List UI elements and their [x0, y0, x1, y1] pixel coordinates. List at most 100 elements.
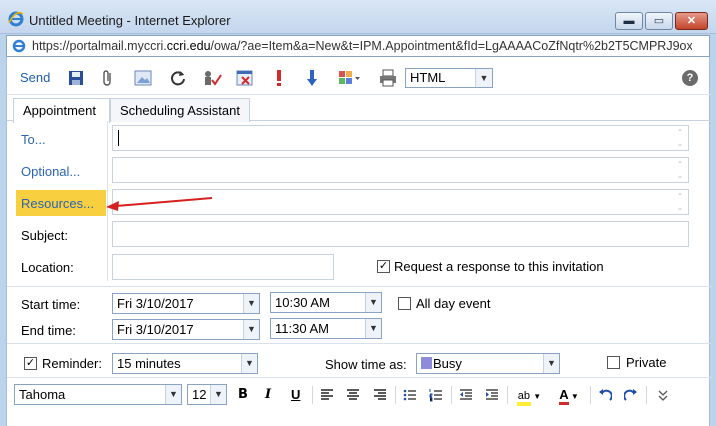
font-size-select[interactable]: 12 ▼: [187, 384, 227, 405]
internet-explorer-icon: [8, 11, 24, 27]
end-date-select[interactable]: Fri 3/10/2017 ▼: [112, 319, 260, 340]
start-date-select[interactable]: Fri 3/10/2017 ▼: [112, 293, 260, 314]
importance-high-icon[interactable]: [275, 69, 283, 87]
title-bar: Untitled Meeting - Internet Explorer ▬ ▭…: [0, 0, 716, 34]
bullet-list-icon[interactable]: [403, 387, 417, 403]
chevron-down-icon: ▼: [210, 385, 226, 404]
refresh-icon[interactable]: [169, 69, 187, 87]
highlight-color-button[interactable]: ab ▼: [515, 387, 543, 406]
font-color-button[interactable]: A ▼: [555, 387, 583, 405]
minimize-button[interactable]: ▬: [615, 12, 643, 30]
owa-page: Send HTML ▼ ? Appointment Scheduling Ass…: [6, 57, 711, 426]
tab-strip: Appointment Scheduling Assistant: [7, 95, 711, 123]
private-label: Private: [626, 355, 667, 370]
tab-scheduling-assistant[interactable]: Scheduling Assistant: [110, 98, 250, 122]
address-bar[interactable]: https://portalmail.myccri.ccri.edu/owa/?…: [6, 35, 710, 57]
italic-button[interactable]: I: [265, 387, 271, 403]
print-icon[interactable]: [379, 69, 397, 87]
divider: [395, 386, 396, 404]
attach-icon[interactable]: [101, 69, 115, 87]
importance-low-icon[interactable]: [306, 69, 318, 87]
request-response-checkbox[interactable]: ✓: [377, 260, 390, 273]
appointment-form: To... Optional... Resources... Subject: …: [7, 121, 711, 426]
start-time-label: Start time:: [21, 297, 81, 312]
chevron-down-icon: ▼: [475, 69, 492, 87]
text-cursor: [118, 130, 119, 146]
chevron-down-icon: ▼: [543, 354, 559, 373]
scroll-up-icon[interactable]: ⌃: [676, 129, 684, 137]
tab-appointment[interactable]: Appointment: [13, 98, 110, 123]
bold-button[interactable]: B: [238, 387, 248, 403]
divider: [312, 386, 313, 404]
show-time-as-label: Show time as:: [325, 357, 407, 372]
meeting-toolbar: Send HTML ▼ ?: [7, 57, 711, 95]
divider: [7, 286, 711, 287]
chevron-down-icon: ▼: [243, 320, 259, 339]
increase-indent-icon[interactable]: [485, 387, 499, 403]
busy-swatch: [421, 357, 432, 369]
divider: [590, 386, 591, 404]
message-format-select[interactable]: HTML ▼: [405, 68, 493, 88]
reminder-checkbox[interactable]: ✓: [24, 357, 37, 370]
chevron-down-icon: ▼: [241, 354, 257, 373]
show-time-as-select[interactable]: Busy ▼: [416, 353, 560, 374]
chevron-down-icon: ▼: [165, 385, 181, 404]
location-label: Location:: [21, 260, 74, 275]
redo-icon[interactable]: [624, 387, 638, 403]
reminder-label: Reminder:: [42, 356, 102, 371]
scroll-down-icon[interactable]: ⌄: [676, 204, 684, 212]
window-title: Untitled Meeting - Internet Explorer: [29, 13, 231, 28]
highlight-glyph: ab: [516, 390, 532, 406]
optional-field[interactable]: ⌃ ⌄: [112, 157, 689, 183]
end-time-label: End time:: [21, 323, 76, 338]
start-time-select[interactable]: 10:30 AM ▼: [270, 292, 382, 313]
font-select[interactable]: Tahoma ▼: [14, 384, 182, 405]
subject-label: Subject:: [21, 228, 68, 243]
save-icon[interactable]: [68, 69, 84, 87]
align-right-icon[interactable]: [373, 387, 387, 403]
undo-icon[interactable]: [598, 387, 612, 403]
annotation-arrow: [106, 197, 213, 211]
url-domain: ccri.edu: [166, 39, 211, 53]
help-icon[interactable]: ?: [682, 70, 698, 86]
all-day-checkbox[interactable]: [398, 297, 411, 310]
divider: [507, 386, 508, 404]
scroll-down-icon[interactable]: ⌄: [676, 172, 684, 180]
url-text: https://portalmail.myccri.ccri.edu/owa/?…: [32, 39, 692, 53]
divider: [646, 386, 647, 404]
end-time-select[interactable]: 11:30 AM ▼: [270, 318, 382, 339]
chevron-down-icon: ▼: [243, 294, 259, 313]
divider: [7, 343, 711, 344]
align-left-icon[interactable]: [320, 387, 334, 403]
subject-field[interactable]: [112, 221, 689, 247]
chevron-down-icon: ▼: [365, 293, 381, 312]
all-day-label: All day event: [416, 296, 491, 311]
numbered-list-icon[interactable]: [429, 387, 443, 403]
to-link[interactable]: To...: [21, 132, 46, 147]
close-button[interactable]: ✕: [675, 12, 708, 30]
maximize-button[interactable]: ▭: [645, 12, 673, 30]
scroll-down-icon[interactable]: ⌄: [676, 140, 684, 148]
check-names-icon[interactable]: [202, 69, 222, 87]
optional-link[interactable]: Optional...: [21, 164, 80, 179]
request-response-label: Request a response to this invitation: [394, 259, 604, 274]
cancel-meeting-icon[interactable]: [236, 69, 254, 87]
reminder-select[interactable]: 15 minutes ▼: [112, 353, 258, 374]
scroll-up-icon[interactable]: ⌃: [676, 193, 684, 201]
decrease-indent-icon[interactable]: [459, 387, 473, 403]
categories-icon[interactable]: [338, 69, 362, 87]
location-field[interactable]: [112, 254, 334, 280]
scroll-up-icon[interactable]: ⌃: [676, 161, 684, 169]
align-center-icon[interactable]: [346, 387, 360, 403]
font-color-glyph: A: [559, 387, 569, 405]
send-button[interactable]: Send: [20, 70, 50, 88]
to-field[interactable]: ⌃ ⌄: [112, 125, 689, 151]
underline-button[interactable]: U: [291, 387, 300, 403]
resources-link[interactable]: Resources...: [21, 196, 94, 211]
ie-page-icon: [12, 39, 26, 53]
private-checkbox[interactable]: [607, 356, 620, 369]
divider: [451, 386, 452, 404]
chevron-down-icon: ▼: [365, 319, 381, 338]
insert-image-icon[interactable]: [134, 69, 152, 87]
expand-toolbar-icon[interactable]: [657, 387, 669, 403]
